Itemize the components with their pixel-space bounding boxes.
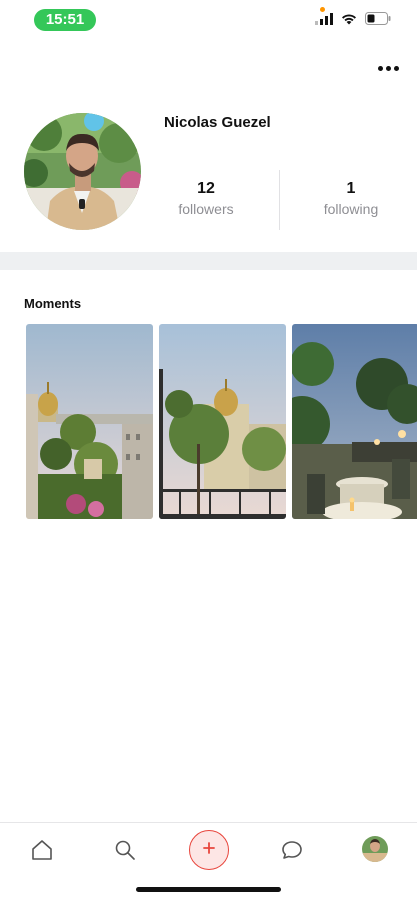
following-stat[interactable]: 1 following (291, 180, 411, 217)
moment-card[interactable] (292, 324, 417, 519)
nav-home[interactable] (25, 835, 59, 869)
search-icon (114, 839, 136, 866)
plus-icon (202, 841, 216, 860)
ellipsis-icon (377, 65, 383, 71)
ellipsis-icon (385, 65, 391, 71)
followers-count: 12 (197, 180, 215, 197)
profile-name: Nicolas Guezel (164, 114, 271, 131)
nav-chat[interactable] (275, 835, 309, 869)
add-button[interactable] (189, 830, 229, 870)
nav-profile-avatar[interactable] (362, 836, 388, 862)
followers-stat[interactable]: 12 followers (146, 180, 266, 217)
following-label: following (323, 201, 379, 217)
home-indicator (136, 887, 281, 892)
nav-search[interactable] (108, 835, 142, 869)
wifi-icon (341, 12, 357, 30)
followers-label: followers (178, 201, 234, 217)
profile-avatar[interactable] (24, 113, 141, 230)
cellular-signal-icon (315, 12, 333, 30)
battery-icon (365, 12, 391, 30)
status-bar: 15:51 (0, 0, 417, 44)
stats-divider (279, 170, 280, 230)
moment-card[interactable] (159, 324, 286, 519)
moments-title: Moments (24, 296, 82, 311)
status-icons (315, 12, 391, 30)
chat-icon (280, 838, 304, 867)
ellipsis-icon (393, 65, 399, 71)
more-options-button[interactable] (373, 58, 403, 78)
moment-card[interactable] (26, 324, 153, 519)
moments-carousel[interactable] (26, 324, 417, 519)
home-icon (30, 838, 54, 867)
status-time: 15:51 (34, 9, 96, 31)
following-count: 1 (346, 180, 356, 197)
section-separator (0, 252, 417, 270)
